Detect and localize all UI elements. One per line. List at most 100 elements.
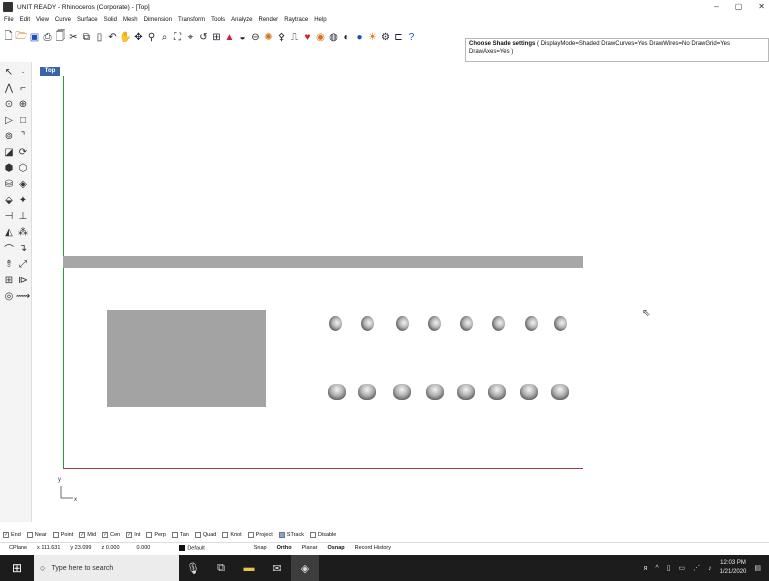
print-icon[interactable]: ⎙ — [42, 31, 53, 44]
rectangle-object[interactable] — [107, 310, 266, 407]
copy-icon[interactable]: ⧉ — [81, 31, 92, 44]
layer-indicator[interactable]: Default — [155, 544, 209, 551]
box-solid-icon[interactable]: ⬢ — [3, 162, 15, 174]
osnap-quad[interactable]: Quad — [194, 532, 216, 538]
split-icon[interactable]: ⊥ — [17, 210, 29, 222]
osnap-project[interactable]: Project — [247, 532, 273, 538]
notifications-icon[interactable]: ▤ — [754, 564, 761, 572]
taskbar-search-box[interactable]: ○ Type here to search — [34, 555, 179, 581]
ellipse-icon[interactable]: ⊚ — [3, 130, 15, 142]
zoom-extents-icon[interactable]: ⛶ — [172, 31, 183, 44]
blob-object[interactable] — [551, 384, 569, 400]
rendered-view-icon[interactable]: ◍ — [328, 31, 339, 44]
trim-icon[interactable]: ⊣ — [3, 210, 15, 222]
chamfer-icon[interactable]: ↴ — [17, 242, 29, 254]
array-icon[interactable]: ⊞ — [3, 274, 15, 286]
osnap-int[interactable]: ✓ Int — [126, 532, 140, 538]
help-icon[interactable]: ? — [406, 31, 417, 44]
point-icon[interactable]: · — [17, 66, 29, 78]
layer-icon[interactable]: ⎍ — [289, 31, 300, 44]
osnap-icon[interactable]: ✺ — [263, 31, 274, 44]
menu-render[interactable]: Render — [259, 17, 279, 23]
wifi-icon[interactable]: ⋰ — [693, 564, 700, 572]
sphere-object[interactable] — [492, 316, 505, 331]
battery-icon[interactable]: ▯ — [667, 564, 671, 572]
render-icon[interactable]: ● — [354, 31, 365, 44]
color-wheel-icon[interactable]: ◉ — [315, 31, 326, 44]
paste-icon[interactable]: ▯ — [94, 31, 105, 44]
arc-icon[interactable]: ▷ — [3, 114, 15, 126]
file-explorer-icon[interactable]: ▬ — [235, 555, 263, 581]
sphere-object[interactable] — [554, 316, 567, 331]
osnap-disable[interactable]: Disable — [310, 532, 336, 538]
zoom-icon[interactable]: ⚲ — [146, 31, 157, 44]
menu-curve[interactable]: Curve — [55, 17, 71, 23]
sphere-object[interactable] — [396, 316, 409, 331]
sphere-object[interactable] — [428, 316, 441, 331]
options-gear-icon[interactable]: ⚙ — [380, 31, 391, 44]
group-icon[interactable]: ⁂ — [17, 226, 29, 238]
menu-dimension[interactable]: Dimension — [144, 17, 172, 23]
snap-toggle[interactable]: Snap — [210, 545, 272, 551]
menu-file[interactable]: File — [4, 17, 14, 23]
task-view-icon[interactable]: ⧉ — [207, 555, 235, 581]
rhino-taskbar-icon[interactable]: ◈ — [291, 555, 319, 581]
light-icon[interactable]: ☀ — [367, 31, 378, 44]
command-prompt[interactable]: Choose Shade settings ( DisplayMode=Shad… — [465, 38, 769, 62]
sphere-solid-icon[interactable]: ⬡ — [17, 162, 29, 174]
volume-icon[interactable]: ♪ — [708, 565, 712, 572]
sphere-object[interactable] — [361, 316, 374, 331]
lock-objects-icon[interactable]: ⚴ — [276, 31, 287, 44]
pan-hand-icon[interactable]: ✋ — [119, 31, 131, 44]
transform-icon[interactable]: ⤢ — [17, 258, 29, 270]
chevron-up-icon[interactable]: ^ — [655, 565, 658, 572]
dimension-icon[interactable]: ⊏ — [393, 31, 404, 44]
circle-center-icon[interactable]: ⊕ — [17, 98, 29, 110]
mesh-icon[interactable]: ⬙ — [3, 194, 15, 206]
menu-transform[interactable]: Transform — [178, 17, 205, 23]
cut-icon[interactable]: ✂ — [68, 31, 79, 44]
osnap-smarttrack[interactable]: STrack — [278, 532, 304, 538]
command-options[interactable]: ( DisplayMode=Shaded DrawCurves=Yes Draw… — [535, 41, 730, 47]
osnap-cen[interactable]: ✓ Cen — [102, 532, 120, 538]
record-history-toggle[interactable]: Record History — [350, 545, 396, 551]
shaded-view-icon[interactable]: ◐ — [341, 31, 352, 44]
network-icon[interactable]: ▭ — [679, 564, 686, 572]
cplane-icon[interactable]: ▲ — [224, 31, 235, 44]
menu-help[interactable]: Help — [314, 17, 326, 23]
new-file-icon[interactable]: 🗋 — [3, 31, 14, 44]
menu-raytrace[interactable]: Raytrace — [284, 17, 308, 23]
hide-objects-icon[interactable]: ⊖ — [250, 31, 261, 44]
microphone-icon[interactable]: 🎙 — [179, 555, 207, 581]
minimize-button[interactable]: – — [714, 2, 718, 11]
analyze-icon[interactable]: ◎ — [3, 290, 15, 302]
undo-icon[interactable]: ↶ — [107, 31, 118, 44]
move-view-icon[interactable]: ✥ — [133, 31, 144, 44]
menu-solid[interactable]: Solid — [104, 17, 117, 23]
set-view-icon[interactable]: ◒ — [237, 31, 248, 44]
osnap-point[interactable]: Point — [52, 532, 73, 538]
sphere-object[interactable] — [329, 316, 342, 331]
mirror-icon[interactable]: ⧐ — [17, 274, 29, 286]
menu-view[interactable]: View — [36, 17, 49, 23]
zoom-window-icon[interactable]: ⌕ — [159, 31, 170, 44]
blob-object[interactable] — [520, 384, 538, 400]
blob-object[interactable] — [393, 384, 411, 400]
properties-icon[interactable]: 🗍 — [55, 31, 66, 44]
osnap-end[interactable]: ✓ End — [3, 532, 21, 538]
planar-toggle[interactable]: Planar — [297, 545, 323, 551]
top-viewport[interactable] — [36, 66, 769, 522]
polyline-icon[interactable]: ⋀ — [3, 82, 15, 94]
cylinder-icon[interactable]: ⛁ — [3, 178, 15, 190]
windows-start-icon[interactable]: ⊞ — [0, 561, 34, 575]
osnap-mid[interactable]: ✓ Mid — [79, 532, 96, 538]
osnap-toggle[interactable]: Osnap — [323, 545, 350, 551]
loft-icon[interactable]: ⟳ — [17, 146, 29, 158]
rectangle-icon[interactable]: □ — [17, 114, 29, 126]
mail-icon[interactable]: ✉ — [263, 555, 291, 581]
osnap-near[interactable]: Near — [26, 532, 47, 538]
menu-surface[interactable]: Surface — [77, 17, 98, 23]
menu-edit[interactable]: Edit — [20, 17, 30, 23]
object-properties-icon[interactable]: ♥ — [302, 31, 313, 44]
menu-tools[interactable]: Tools — [211, 17, 225, 23]
